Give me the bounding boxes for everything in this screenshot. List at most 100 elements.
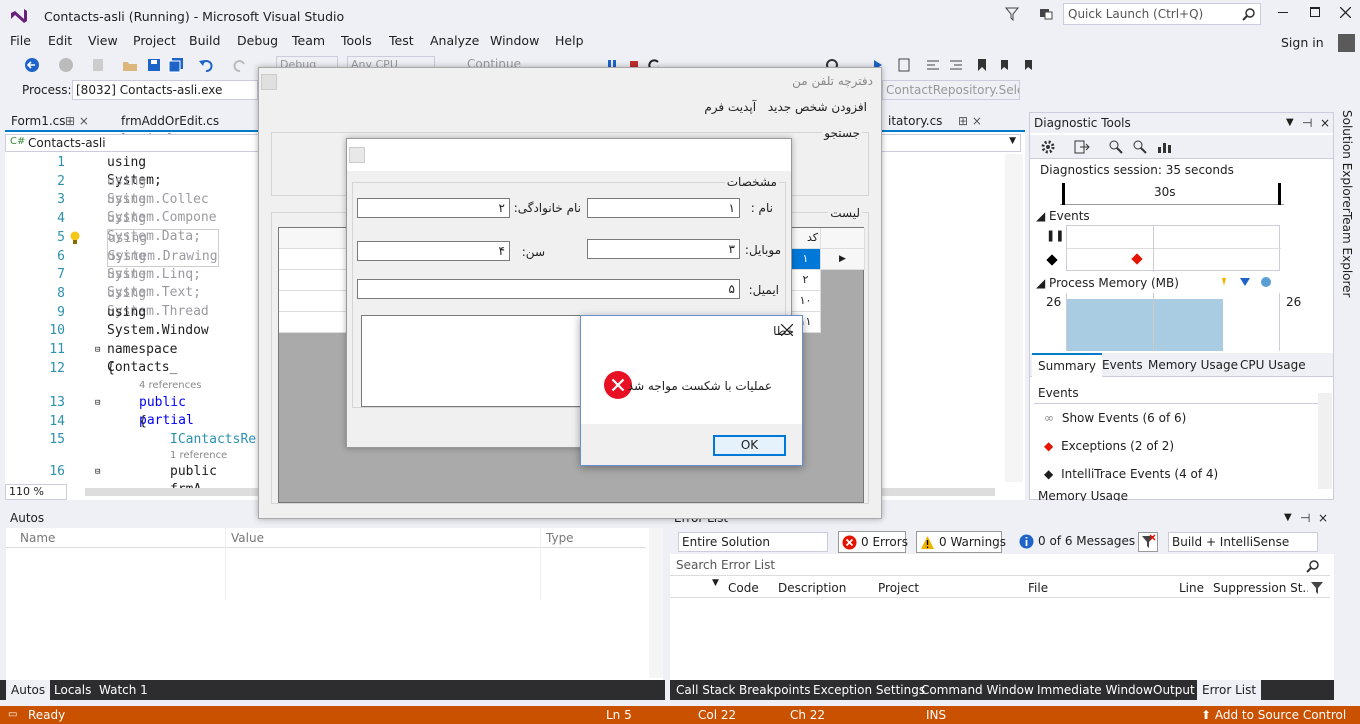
chart-select-icon[interactable]	[1156, 139, 1172, 155]
zoom-out-icon[interactable]	[1132, 139, 1148, 155]
uncomment-icon[interactable]	[948, 57, 964, 73]
save-all-icon[interactable]	[168, 57, 184, 73]
menu-project[interactable]: Project	[133, 32, 176, 52]
events-section-header[interactable]: ◢ Events	[1036, 209, 1090, 223]
column-line[interactable]: Line	[1179, 581, 1204, 595]
diag-summary-scrollbar[interactable]	[1318, 393, 1332, 489]
clear-filter-icon[interactable]	[1138, 532, 1158, 552]
exception-marker[interactable]	[1131, 253, 1143, 265]
memory-section-header[interactable]: ◢ Process Memory (MB)	[1036, 276, 1179, 290]
column-type[interactable]: Type	[546, 531, 574, 545]
stack-frame-select[interactable]: ContactRepository.SelectAll	[882, 80, 1020, 100]
prev-bookmark-icon[interactable]	[998, 57, 1014, 73]
timeline-ruler[interactable]: 30s	[1060, 183, 1284, 205]
back-icon[interactable]	[24, 57, 40, 73]
ok-button[interactable]: OK	[713, 435, 786, 456]
save-icon[interactable]	[146, 57, 162, 73]
close-window-button[interactable]	[1340, 7, 1351, 18]
account-avatar[interactable]	[1338, 34, 1355, 52]
summary-intellitrace-events[interactable]: ◆ IntelliTrace Events (4 of 4)	[1044, 467, 1218, 481]
comment-icon[interactable]	[925, 57, 941, 73]
code-lens-references[interactable]: 1 reference	[170, 450, 227, 461]
source-control-button[interactable]: ⬆ Add to Source Control	[1201, 706, 1346, 724]
menu-team[interactable]: Team	[292, 32, 325, 52]
tab-locals[interactable]: Locals	[54, 680, 91, 700]
gear-icon[interactable]	[1040, 139, 1056, 155]
new-project-icon[interactable]	[90, 57, 106, 73]
team-explorer-tab[interactable]: Team Explorer	[1340, 212, 1354, 298]
summary-exceptions[interactable]: ◆ Exceptions (2 of 2)	[1044, 439, 1174, 453]
tab-immediate-window[interactable]: Immediate Window	[1037, 680, 1153, 700]
messages-filter-button[interactable]: 0 of 6 Messages	[1016, 531, 1135, 553]
autos-scrollbar[interactable]	[649, 528, 663, 678]
tab-summary[interactable]: Summary	[1032, 353, 1102, 377]
memory-chart[interactable]	[1066, 293, 1280, 351]
build-source-select[interactable]: Build + IntelliSense	[1168, 532, 1318, 552]
close-icon[interactable]	[781, 324, 793, 336]
tab-command-window[interactable]: Command Window	[921, 680, 1034, 700]
tab-repository-cs[interactable]: itatory.cs ⊞ ×	[882, 112, 982, 130]
window-control-box[interactable]	[349, 147, 365, 163]
menu-window[interactable]: Window	[490, 32, 539, 52]
bookmark-icon[interactable]	[974, 57, 990, 73]
menu-help[interactable]: Help	[555, 32, 584, 52]
tab-exception-settings[interactable]: Exception Settings	[813, 680, 925, 700]
grid-cell-id[interactable]: ۱۰	[791, 291, 821, 312]
column-name[interactable]: Name	[20, 531, 55, 545]
tab-watch-1[interactable]: Watch 1	[99, 680, 148, 700]
sign-in-link[interactable]: Sign in	[1281, 34, 1324, 54]
events-track[interactable]	[1066, 225, 1281, 272]
menu-add-person[interactable]: افزودن شخص جدید	[768, 100, 867, 114]
menu-file[interactable]: File	[10, 32, 31, 52]
zoom-select[interactable]: 110 %	[5, 484, 67, 500]
column-description[interactable]: Description	[778, 581, 846, 595]
warnings-filter-button[interactable]: 0 Warnings	[916, 531, 1006, 553]
grid-cell-id[interactable]: ۲	[791, 270, 821, 291]
column-filter-icon[interactable]	[1310, 581, 1324, 595]
column-file[interactable]: File	[1028, 581, 1048, 595]
open-file-icon[interactable]	[122, 57, 138, 73]
export-icon[interactable]	[1074, 139, 1090, 155]
tab-frmaddoredit-design[interactable]: frmAddOrEdit.cs [Design]	[115, 112, 263, 146]
column-code[interactable]: Code	[728, 581, 759, 595]
tab-events[interactable]: Events	[1102, 353, 1143, 377]
quick-launch-input[interactable]: Quick Launch (Ctrl+Q)	[1063, 3, 1261, 25]
summary-show-events[interactable]: ∞ Show Events (6 of 6)	[1044, 411, 1186, 425]
document-icon[interactable]	[896, 57, 912, 73]
menu-refresh-form[interactable]: آپدیت فرم	[704, 100, 756, 114]
tab-form1-cs[interactable]: Form1.cs ⊞ ×	[5, 112, 105, 130]
project-dropdown[interactable]: C# Contacts-asli	[5, 134, 263, 152]
column-project[interactable]: Project	[878, 581, 919, 595]
window-control-box[interactable]	[261, 74, 277, 90]
minimize-button[interactable]	[1278, 12, 1288, 13]
family-input[interactable]: ۲	[357, 198, 510, 218]
editor-vertical-scrollbar[interactable]	[1005, 154, 1023, 482]
column-value[interactable]: Value	[231, 531, 264, 545]
tab-error-list[interactable]: Error List	[1197, 680, 1262, 700]
forward-icon[interactable]	[58, 57, 74, 73]
menu-test[interactable]: Test	[389, 32, 414, 52]
filter-icon[interactable]	[1005, 7, 1019, 21]
grid-column-id[interactable]: کد ش	[791, 228, 821, 264]
code-lens-references[interactable]: 4 references	[139, 380, 202, 391]
tab-breakpoints[interactable]: Breakpoints	[739, 680, 810, 700]
tab-autos[interactable]: Autos	[6, 680, 51, 700]
solution-explorer-tab[interactable]: Solution Explorer	[1340, 110, 1354, 213]
redo-icon[interactable]	[232, 57, 248, 73]
current-row-arrow-icon[interactable]: ▶	[821, 249, 865, 270]
age-input[interactable]: ۴	[357, 241, 510, 261]
restore-button[interactable]	[1310, 7, 1320, 17]
zoom-in-icon[interactable]	[1108, 139, 1124, 155]
member-dropdown[interactable]: ▼	[881, 134, 1021, 152]
process-select[interactable]: [8032] Contacts-asli.exe	[72, 80, 258, 100]
status-insert-mode[interactable]: INS	[926, 706, 946, 724]
undo-icon[interactable]	[198, 57, 214, 73]
tab-cpu-usage[interactable]: CPU Usage	[1240, 353, 1306, 377]
collapse-icon[interactable]: ⊟	[95, 341, 100, 359]
next-bookmark-icon[interactable]	[1022, 57, 1038, 73]
email-input[interactable]: ۵	[357, 279, 740, 299]
tab-output[interactable]: Output	[1153, 680, 1195, 700]
tab-call-stack[interactable]: Call Stack	[676, 680, 735, 700]
name-input[interactable]: ۱	[587, 198, 740, 218]
errors-filter-button[interactable]: 0 Errors	[838, 531, 908, 553]
